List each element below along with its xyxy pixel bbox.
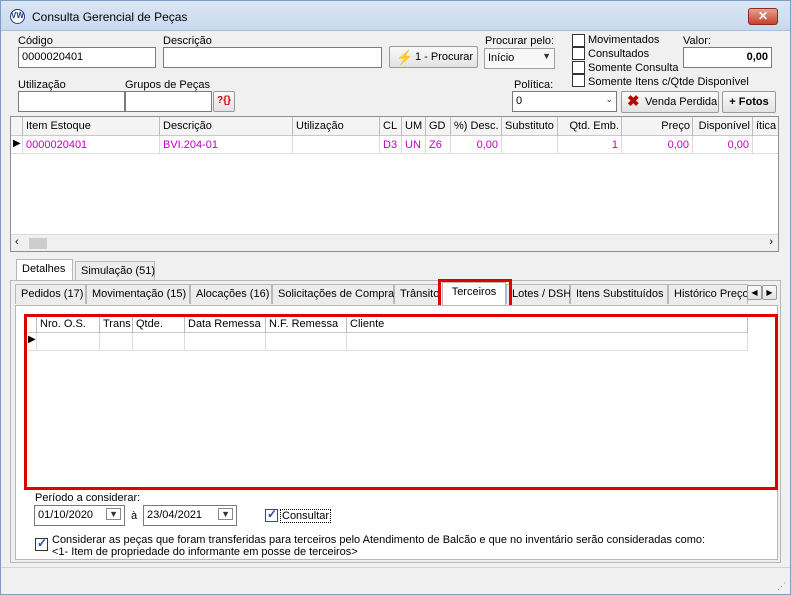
tab-simulacao[interactable]: Simulação (51): [75, 261, 155, 281]
tab-itens-substituidos[interactable]: Itens Substituídos: [570, 284, 668, 304]
tab-movimentacao[interactable]: Movimentação (15): [86, 284, 190, 304]
movimentados-checkbox[interactable]: [572, 34, 585, 47]
lightning-icon: ⚡: [396, 49, 414, 65]
table-cell[interactable]: 0,00: [451, 136, 502, 154]
col-header[interactable]: Descrição: [160, 117, 293, 136]
periodo-from-date[interactable]: 01/10/2020 ▼: [34, 505, 125, 526]
somente-itens-label: Somente Itens c/Qtde Disponível: [588, 76, 749, 88]
valor-input[interactable]: 0,00: [683, 47, 772, 68]
table-cell[interactable]: 1: [558, 136, 622, 154]
table-cell[interactable]: BVI.204-01: [160, 136, 293, 154]
politica-label: Política:: [514, 79, 554, 91]
procurar-pelo-label: Procurar pelo:: [485, 35, 555, 47]
title-bar: VW Consulta Gerencial de Peças ✕: [1, 1, 790, 31]
table-cell[interactable]: 0,00: [622, 136, 693, 154]
col-header[interactable]: Qtd. Emb.: [558, 117, 622, 136]
considerar-checkbox[interactable]: [35, 536, 48, 551]
scroll-thumb[interactable]: [29, 238, 47, 249]
tab-solicitacoes[interactable]: Solicitações de Compra: [272, 284, 394, 304]
grupos-label: Grupos de Peças: [125, 79, 210, 91]
consultados-checkbox[interactable]: [572, 47, 585, 60]
scroll-left-icon[interactable]: ‹: [15, 236, 19, 248]
items-grid[interactable]: Item Estoque Descrição Utilização CL UM …: [10, 116, 779, 252]
col-header[interactable]: Item Estoque: [23, 117, 160, 136]
somente-consulta-checkbox[interactable]: [572, 61, 585, 74]
fotos-button[interactable]: + Fotos: [722, 91, 776, 113]
grupos-lookup-icon[interactable]: ?{}: [213, 91, 235, 112]
col-header[interactable]: ítica: [753, 117, 778, 136]
periodo-to-date[interactable]: 23/04/2021 ▼: [143, 505, 237, 526]
tab-pedidos[interactable]: Pedidos (17): [15, 284, 86, 304]
periodo-separator: à: [131, 510, 138, 522]
col-header[interactable]: Utilização: [293, 117, 380, 136]
descricao-label: Descrição: [163, 35, 212, 47]
terceiros-grid-highlight: [24, 314, 778, 490]
window-title: Consulta Gerencial de Peças: [32, 10, 188, 24]
venda-perdida-label: Venda Perdida: [645, 96, 718, 108]
table-cell[interactable]: 0,00: [693, 136, 753, 154]
consultar-label: Consultar: [280, 509, 332, 523]
codigo-label: Código: [18, 35, 53, 47]
tab-transito[interactable]: Trânsito: [394, 284, 440, 304]
col-header[interactable]: %) Desc.: [451, 117, 502, 136]
table-cell[interactable]: [502, 136, 558, 154]
somente-consulta-label: Somente Consulta: [588, 62, 679, 74]
grupos-input[interactable]: [125, 91, 212, 112]
tab-scroll-right-icon[interactable]: ▶: [762, 285, 777, 300]
table-cell[interactable]: D3: [380, 136, 402, 154]
tab-historico-preco[interactable]: Histórico Preço: [668, 284, 748, 304]
horizontal-scrollbar[interactable]: ‹ ›: [11, 234, 778, 251]
procurar-button-label: 1 - Procurar: [415, 51, 474, 63]
considerar-text-line2: <1- Item de propriedade do informante em…: [52, 546, 358, 558]
close-button[interactable]: ✕: [748, 8, 778, 25]
tab-lotes-dsh[interactable]: Lotes / DSH: [506, 284, 571, 304]
col-header[interactable]: Substituto: [502, 117, 558, 136]
table-cell[interactable]: [293, 136, 380, 154]
consultados-label: Consultados: [588, 48, 650, 60]
current-row-indicator-icon: ▶: [11, 136, 23, 154]
table-cell[interactable]: [753, 136, 778, 154]
col-header[interactable]: Preço: [622, 117, 693, 136]
movimentados-label: Movimentados: [588, 34, 660, 46]
utilizacao-input[interactable]: [18, 91, 125, 112]
politica-value: 0: [516, 95, 523, 107]
items-grid-header: Item Estoque Descrição Utilização CL UM …: [11, 117, 778, 136]
valor-label: Valor:: [683, 35, 711, 47]
chevron-down-icon: ⌄: [605, 94, 613, 104]
row-indicator-header: [11, 117, 23, 136]
considerar-text-line1: Considerar as peças que foram transferid…: [52, 534, 706, 546]
chevron-down-icon: ▼: [218, 508, 233, 520]
x-mark-icon: ✖: [627, 93, 640, 110]
utilizacao-label: Utilização: [18, 79, 66, 91]
procurar-pelo-value: Início: [488, 52, 515, 64]
col-header[interactable]: Disponível: [693, 117, 753, 136]
col-header[interactable]: UM: [402, 117, 426, 136]
periodo-label: Período a considerar:: [35, 492, 141, 504]
politica-select[interactable]: 0 ⌄: [512, 91, 617, 112]
table-cell[interactable]: Z6: [426, 136, 451, 154]
periodo-to-value: 23/04/2021: [147, 509, 203, 521]
scroll-right-icon[interactable]: ›: [769, 236, 773, 248]
col-header[interactable]: GD: [426, 117, 451, 136]
periodo-from-value: 01/10/2020: [38, 509, 94, 521]
procurar-button[interactable]: ⚡ 1 - Procurar: [389, 46, 478, 68]
resize-grip-icon[interactable]: ⋰: [777, 581, 786, 592]
col-header[interactable]: CL: [380, 117, 402, 136]
consultar-checkbox[interactable]: [265, 507, 278, 522]
codigo-input[interactable]: 0000020401: [18, 47, 156, 68]
descricao-input[interactable]: [163, 47, 382, 68]
main-window: VW Consulta Gerencial de Peças ✕ Código …: [0, 0, 791, 595]
venda-perdida-button[interactable]: ✖ Venda Perdida: [621, 91, 719, 113]
table-cell[interactable]: 0000020401: [23, 136, 160, 154]
somente-itens-checkbox[interactable]: [572, 74, 585, 87]
chevron-down-icon: ▼: [542, 51, 551, 61]
chevron-down-icon: ▼: [106, 508, 121, 520]
tab-scroll-left-icon[interactable]: ◀: [747, 285, 762, 300]
tab-alocacoes[interactable]: Alocações (16): [190, 284, 272, 304]
procurar-pelo-select[interactable]: Início ▼: [484, 48, 555, 69]
volkswagen-logo-icon: VW: [10, 9, 25, 24]
table-cell[interactable]: UN: [402, 136, 426, 154]
tab-detalhes[interactable]: Detalhes: [16, 259, 73, 281]
status-bar: ⋰: [1, 567, 790, 594]
